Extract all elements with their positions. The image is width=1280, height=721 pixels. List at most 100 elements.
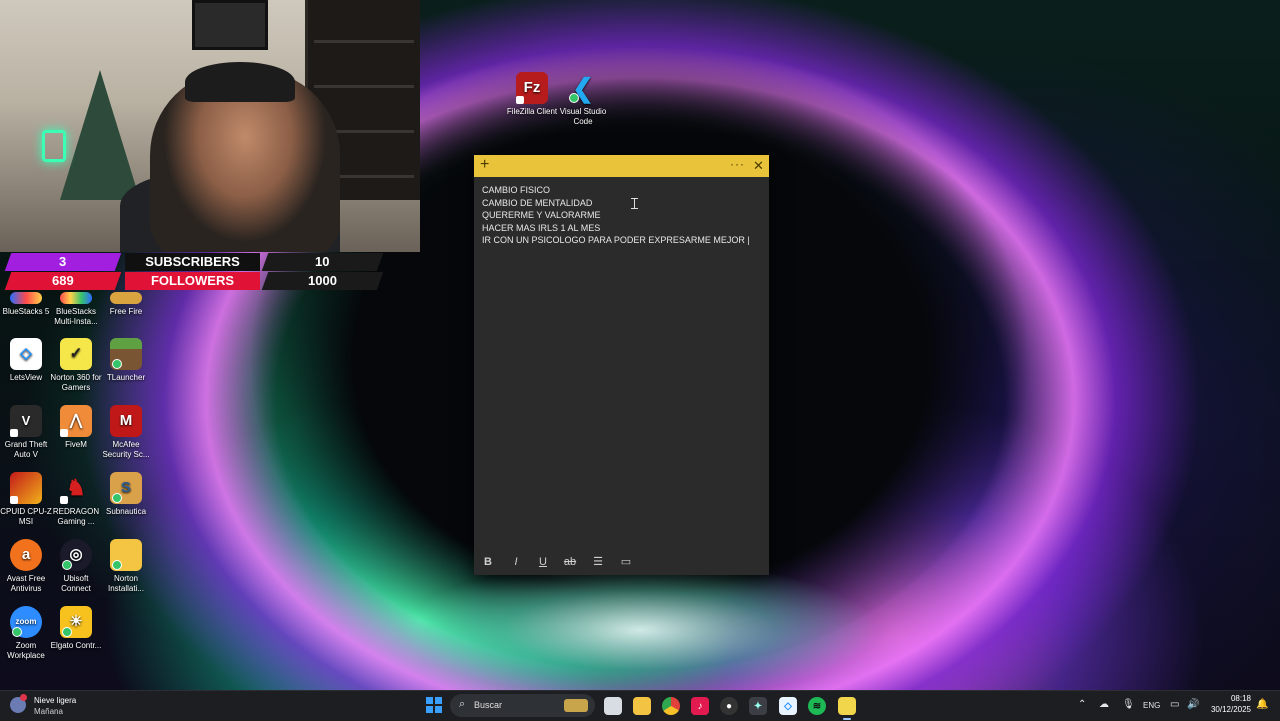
formatting-toolbar: B I U ab ☰ ▭ (474, 549, 769, 575)
bluestacks5-icon (10, 292, 42, 304)
desktop-icon-avast[interactable]: a Avast Free Antivirus (0, 539, 52, 594)
tlauncher-icon (110, 338, 142, 370)
desktop-icon-zoom[interactable]: zoom Zoom Workplace (0, 606, 52, 661)
desktop-icon-bluestacks-multi[interactable]: BlueStacks Multi-Insta... (50, 292, 102, 327)
network-icon[interactable]: ▭ (1170, 699, 1179, 710)
desktop-icon-norton-install[interactable]: Norton Installati... (100, 539, 152, 594)
webcam-christmas-tree (60, 70, 140, 200)
weather-text: Nieve ligera (34, 696, 77, 705)
desktop-icon-gta[interactable]: V Grand Theft Auto V (0, 405, 52, 460)
zoom-icon: zoom (10, 606, 42, 638)
followers-label: FOLLOWERS (125, 272, 260, 290)
fivem-icon: ⋀ (60, 405, 92, 437)
strikethrough-button[interactable]: ab (562, 555, 578, 569)
task-view-icon[interactable] (604, 697, 622, 715)
ubisoft-icon: ◎ (60, 539, 92, 571)
desktop-icon-freefire[interactable]: Free Fire (100, 292, 152, 317)
search-box[interactable]: ⌕ Buscar (450, 694, 595, 717)
mcafee-icon: M (110, 405, 142, 437)
filezilla-icon: Fz (516, 72, 548, 104)
followers-goal: 1000 (308, 273, 337, 288)
clock-date: 30/12/2025 (1210, 705, 1251, 714)
clock-time: 08:18 (1230, 694, 1251, 703)
taskbar: Nieve ligera Mañana ⌕ Buscar ♪ ● ✦ ◇ ≋ ⌃… (0, 690, 1280, 721)
close-icon[interactable]: ✕ (753, 158, 764, 174)
desktop-icon-redragon[interactable]: ♞ REDRAGON Gaming ... (50, 472, 102, 527)
bluestacks-multi-icon (60, 292, 92, 304)
notification-icon[interactable]: 🔔 (1256, 699, 1268, 710)
letsview-icon: ◇ (10, 338, 42, 370)
desktop-icon-letsview[interactable]: ◇ LetsView (0, 338, 52, 383)
goal-overlay: 3 SUBSCRIBERS 10 689 FOLLOWERS 1000 (0, 252, 390, 290)
weather-alert-badge (20, 694, 27, 701)
text-cursor-icon (631, 198, 641, 209)
search-icon: ⌕ (459, 698, 466, 710)
subnautica-icon: S (110, 472, 142, 504)
folder-icon (110, 539, 142, 571)
bold-button[interactable]: B (480, 555, 496, 569)
desktop-icon-fivem[interactable]: ⋀ FiveM (50, 405, 102, 450)
cpuid-icon (10, 472, 42, 504)
desktop-icon-filezilla[interactable]: Fz FileZilla Client (506, 72, 558, 117)
norton360-icon: ✓ (60, 338, 92, 370)
game-icon[interactable]: ✦ (749, 697, 767, 715)
desktop-icon-cpuid[interactable]: CPUID CPU-Z MSI (0, 472, 52, 527)
freefire-icon (110, 292, 142, 304)
chevron-up-icon[interactable]: ⌃ (1078, 699, 1086, 710)
obs-icon[interactable]: ● (720, 697, 738, 715)
new-note-icon[interactable]: + (480, 156, 489, 174)
search-placeholder: Buscar (474, 700, 503, 710)
underline-button[interactable]: U (535, 555, 551, 569)
webcam-neon-light (42, 130, 66, 162)
letsview-taskbar-icon[interactable]: ◇ (779, 697, 797, 715)
file-explorer-icon[interactable] (633, 697, 651, 715)
weather-subtext: Mañana (34, 707, 63, 716)
microphone-icon[interactable]: 🎙 (1122, 699, 1135, 710)
note-line: CAMBIO DE MENTALIDAD (482, 197, 593, 208)
vscode-icon: ❮ (567, 72, 599, 104)
sticky-note-window[interactable]: + ··· ✕ CAMBIO FISICO CAMBIO DE MENTALID… (474, 155, 769, 575)
webcam-wall-frame (192, 0, 268, 50)
note-line: HACER MAS IRLS 1 AL MES (482, 222, 601, 233)
tiktok-icon[interactable]: ♪ (691, 697, 709, 715)
desktop-icon-bluestacks5[interactable]: BlueStacks 5 (0, 292, 52, 317)
redragon-icon: ♞ (60, 472, 92, 504)
clock[interactable]: 08:18 30/12/2025 (1205, 693, 1251, 715)
italic-button[interactable]: I (508, 555, 524, 569)
desktop-icon-ubisoft[interactable]: ◎ Ubisoft Connect (50, 539, 102, 594)
desktop-icon-subnautica[interactable]: S Subnautica (100, 472, 152, 517)
volume-icon[interactable]: 🔊 (1187, 699, 1199, 710)
search-highlight-icon (564, 699, 588, 712)
sticky-notes-icon[interactable] (838, 697, 856, 720)
subscribers-label: SUBSCRIBERS (125, 253, 260, 271)
onedrive-icon[interactable]: ☁ (1099, 699, 1109, 710)
webcam-streamer-cap (185, 62, 295, 102)
chrome-icon[interactable] (662, 697, 680, 715)
elgato-icon: ☀ (60, 606, 92, 638)
subscribers-goal-row: 3 SUBSCRIBERS 10 (0, 253, 390, 271)
followers-goal-row: 689 FOLLOWERS 1000 (0, 272, 390, 290)
note-line: QUERERME Y VALORARME (482, 210, 601, 220)
avast-icon: a (10, 539, 42, 571)
desktop-icon-tlauncher[interactable]: TLauncher (100, 338, 152, 383)
wallpaper-glow (400, 560, 880, 690)
sticky-note-text[interactable]: CAMBIO FISICO CAMBIO DE MENTALIDAD QUERE… (482, 184, 762, 247)
desktop-icon-norton360[interactable]: ✓ Norton 360 for Gamers (50, 338, 102, 393)
image-icon[interactable]: ▭ (618, 555, 634, 569)
desktop-icon-vscode[interactable]: ❮ Visual Studio Code (557, 72, 609, 127)
note-line: CAMBIO FISICO (482, 185, 551, 195)
gta-icon: V (10, 405, 42, 437)
language-indicator[interactable]: ENG (1143, 701, 1160, 710)
subscribers-current: 3 (59, 254, 67, 269)
bullet-list-icon[interactable]: ☰ (590, 555, 606, 569)
note-line: IR CON UN PSICOLOGO PARA PODER EXPRESARM… (482, 235, 750, 245)
followers-current: 689 (52, 273, 74, 288)
webcam-feed (0, 0, 420, 252)
start-button[interactable] (426, 697, 442, 713)
sticky-note-titlebar[interactable]: + ··· ✕ (474, 155, 769, 177)
spotify-icon[interactable]: ≋ (808, 697, 826, 715)
desktop-icon-elgato[interactable]: ☀ Elgato Contr... (50, 606, 102, 651)
more-options-icon[interactable]: ··· (730, 157, 745, 171)
subscribers-goal: 10 (315, 254, 330, 269)
desktop-icon-mcafee[interactable]: M McAfee Security Sc... (100, 405, 152, 460)
